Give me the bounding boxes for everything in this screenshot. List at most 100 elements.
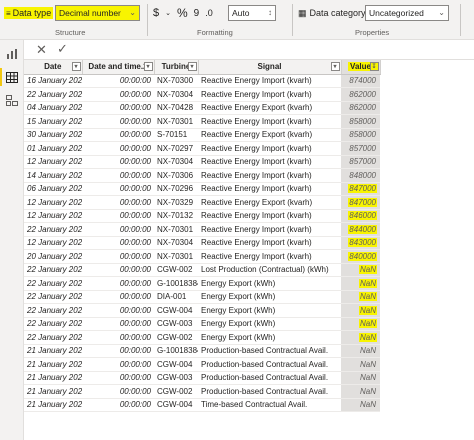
cell-date-and-time[interactable]: 00:00:00 (82, 384, 154, 399)
cell-value[interactable]: 857000 (341, 141, 380, 156)
cell-value[interactable]: 848000 (341, 168, 380, 183)
cell-signal[interactable]: Reactive Energy Import (kvarh) (198, 209, 341, 223)
cell-date-and-time[interactable]: 00:00:00 (82, 290, 154, 304)
cell-turbine[interactable]: CGW-004 (154, 398, 198, 412)
cell-value[interactable]: NaN (341, 398, 380, 412)
cell-value[interactable]: 840000 (341, 249, 380, 264)
cell-signal[interactable]: Energy Export (kWh) (198, 276, 341, 291)
cell-value[interactable]: NaN (341, 344, 380, 358)
cell-turbine[interactable]: DIA-001 (154, 290, 198, 304)
cell-signal[interactable]: Reactive Energy Import (kvarh) (198, 74, 341, 88)
cell-turbine[interactable]: NX-70301 (154, 222, 198, 237)
cell-turbine[interactable]: NX-70306 (154, 168, 198, 183)
filter-dropdown-icon[interactable]: ▾ (71, 62, 81, 71)
cell-value[interactable]: 874000 (341, 74, 380, 88)
cell-date[interactable]: 22 January 2022 (24, 290, 82, 304)
cell-turbine[interactable]: NX-70301 (154, 249, 198, 264)
cell-date[interactable]: 22 January 2022 (24, 330, 82, 345)
cell-signal[interactable]: Reactive Energy Export (kvarh) (198, 195, 341, 210)
cell-date[interactable]: 12 January 2022 (24, 236, 82, 250)
cell-date-and-time[interactable]: 00:00:00 (82, 236, 154, 250)
cell-date-and-time[interactable]: 00:00:00 (82, 155, 154, 169)
decimal-places-button[interactable]: .0 (205, 8, 213, 18)
sort-descending-icon[interactable]: ↧ (369, 62, 379, 71)
cell-date[interactable]: 06 January 2022 (24, 182, 82, 196)
cell-turbine[interactable]: CGW-004 (154, 357, 198, 372)
cell-signal[interactable]: Reactive Energy Import (kvarh) (198, 168, 341, 183)
cell-signal[interactable]: Time-based Contractual Avail. (198, 398, 341, 412)
cell-value[interactable]: NaN (341, 290, 380, 304)
column-header-value[interactable]: Value ↧ (341, 60, 381, 75)
cell-signal[interactable]: Reactive Energy Import (kvarh) (198, 87, 341, 102)
cell-date[interactable]: 12 January 2022 (24, 209, 82, 223)
cell-date-and-time[interactable]: 00:00:00 (82, 101, 154, 115)
cell-signal[interactable]: Energy Export (kWh) (198, 290, 341, 304)
cell-signal[interactable]: Lost Production (Contractual) (kWh) (198, 263, 341, 277)
cell-turbine[interactable]: NX-70301 (154, 114, 198, 129)
cell-value[interactable]: NaN (341, 276, 380, 291)
cell-date-and-time[interactable]: 00:00:00 (82, 87, 154, 102)
cell-turbine[interactable]: NX-70428 (154, 101, 198, 115)
cell-date[interactable]: 21 January 2022 (24, 344, 82, 358)
cell-signal[interactable]: Production-based Contractual Avail. (198, 357, 341, 372)
cell-date-and-time[interactable]: 00:00:00 (82, 182, 154, 196)
cell-signal[interactable]: Reactive Energy Export (kvarh) (198, 128, 341, 142)
cell-date-and-time[interactable]: 00:00:00 (82, 317, 154, 331)
cell-turbine[interactable]: G-10018384 (154, 344, 198, 358)
currency-format-button[interactable]: $ (153, 7, 159, 19)
cell-signal[interactable]: Energy Export (kWh) (198, 303, 341, 318)
cell-date[interactable]: 01 January 2022 (24, 141, 82, 156)
cell-date-and-time[interactable]: 00:00:00 (82, 74, 154, 88)
cell-date[interactable]: 04 January 2022 (24, 101, 82, 115)
cell-date-and-time[interactable]: 00:00:00 (82, 398, 154, 412)
column-header-turbine[interactable]: Turbine ▾ (154, 60, 199, 75)
cell-value[interactable]: NaN (341, 384, 380, 399)
cell-signal[interactable]: Reactive Energy Import (kvarh) (198, 155, 341, 169)
cell-turbine[interactable]: NX-70300 (154, 74, 198, 88)
cell-date-and-time[interactable]: 00:00:00 (82, 222, 154, 237)
cell-signal[interactable]: Reactive Energy Import (kvarh) (198, 141, 341, 156)
cell-turbine[interactable]: CGW-002 (154, 384, 198, 399)
cell-value[interactable]: 847000 (341, 182, 380, 196)
cell-signal[interactable]: Reactive Energy Import (kvarh) (198, 182, 341, 196)
decimal-places-field[interactable]: Auto ↕ (228, 5, 276, 21)
data-category-dropdown[interactable]: Uncategorized ⌄ (365, 5, 449, 21)
report-view-icon[interactable] (4, 46, 20, 62)
cell-date-and-time[interactable]: 00:00:00 (82, 114, 154, 129)
cell-turbine[interactable]: CGW-003 (154, 371, 198, 385)
column-header-signal[interactable]: Signal ▾ (198, 60, 342, 75)
cell-date[interactable]: 21 January 2022 (24, 371, 82, 385)
cell-date[interactable]: 22 January 2022 (24, 87, 82, 102)
cell-value[interactable]: 846000 (341, 209, 380, 223)
cell-turbine[interactable]: CGW-002 (154, 330, 198, 345)
cell-date[interactable]: 21 January 2022 (24, 357, 82, 372)
model-view-icon[interactable] (4, 92, 20, 108)
cell-date[interactable]: 16 January 2022 (24, 74, 82, 88)
cell-date-and-time[interactable]: 00:00:00 (82, 371, 154, 385)
cell-date-and-time[interactable]: 00:00:00 (82, 128, 154, 142)
column-header-date[interactable]: Date ▾ (24, 60, 83, 75)
filter-dropdown-icon[interactable]: ▾ (187, 62, 197, 71)
cell-signal[interactable]: Reactive Energy Import (kvarh) (198, 114, 341, 129)
filter-dropdown-icon[interactable]: ▾ (143, 62, 153, 71)
filter-dropdown-icon[interactable]: ▾ (330, 62, 340, 71)
cell-value[interactable]: 862000 (341, 101, 380, 115)
cell-turbine[interactable]: NX-70297 (154, 141, 198, 156)
cell-date-and-time[interactable]: 00:00:00 (82, 344, 154, 358)
cell-turbine[interactable]: NX-70329 (154, 195, 198, 210)
cell-date[interactable]: 21 January 2022 (24, 398, 82, 412)
cell-turbine[interactable]: NX-70304 (154, 155, 198, 169)
cell-date-and-time[interactable]: 00:00:00 (82, 141, 154, 156)
cell-value[interactable]: 857000 (341, 155, 380, 169)
data-type-dropdown[interactable]: Decimal number ⌄ (55, 5, 140, 21)
spinner-icon[interactable]: ↕ (268, 8, 272, 17)
cancel-edit-icon[interactable]: ✕ (36, 42, 47, 58)
cell-date-and-time[interactable]: 00:00:00 (82, 276, 154, 291)
cell-date-and-time[interactable]: 00:00:00 (82, 263, 154, 277)
cell-date-and-time[interactable]: 00:00:00 (82, 209, 154, 223)
cell-signal[interactable]: Production-based Contractual Avail. (198, 371, 341, 385)
cell-value[interactable]: NaN (341, 371, 380, 385)
cell-turbine[interactable]: CGW-004 (154, 303, 198, 318)
cell-value[interactable]: 847000 (341, 195, 380, 210)
cell-signal[interactable]: Reactive Energy Export (kvarh) (198, 101, 341, 115)
